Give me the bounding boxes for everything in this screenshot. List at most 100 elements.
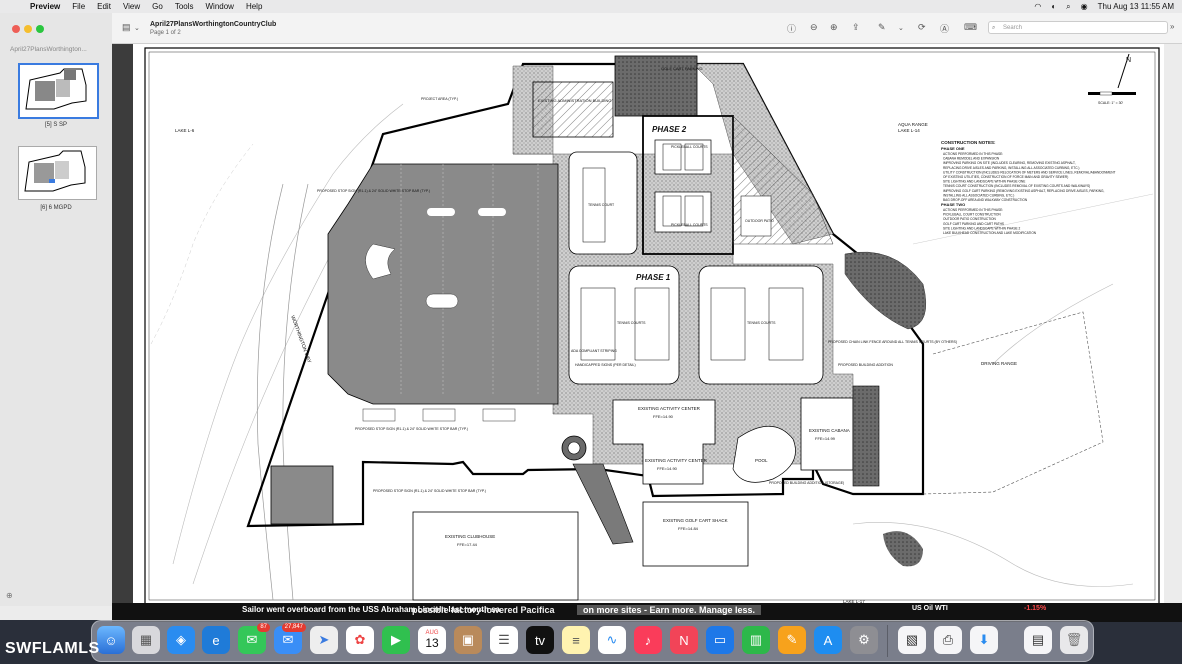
chevron-down-icon[interactable]: ⌄ (134, 24, 140, 32)
maps-icon[interactable]: ➤ (310, 626, 338, 654)
construction-note-line: TENNIS COURT CONSTRUCTION (INCLUDES REMO… (943, 184, 1090, 188)
ticker-market-label: US Oil WTI (912, 605, 948, 612)
info-icon[interactable]: ⓘ (787, 22, 796, 35)
facetime-icon[interactable]: ▶ (382, 626, 410, 654)
pickleball-label: PICKLEBALL COURTS (671, 145, 708, 149)
spotlight-icon[interactable]: ⌕ (1066, 2, 1070, 12)
markup-pen-icon[interactable]: ✎ (878, 22, 886, 33)
ticker-ad: on more sites - Earn more. Manage less. (577, 605, 762, 615)
zoom-out-icon[interactable]: ⊖ (810, 22, 818, 33)
contacts-icon[interactable]: ▣ (454, 626, 482, 654)
site-plan-drawing: N PHASE 2 PHASE 1 EXISTING ADMINISTRATIO… (133, 44, 1164, 606)
chain-fence-note: PROPOSED CHAIN LINK FENCE AROUND ALL TEN… (828, 340, 957, 344)
construction-note-line: INSTALLING ALL ASSOCIATED CURBING, ETC.) (943, 193, 1014, 197)
project-area-label: PROJECT AREA (TYP.) (421, 97, 458, 101)
ticker-headline-2: possible factory-lowered Pacifica (412, 605, 555, 615)
menu-help[interactable]: Help (246, 2, 262, 11)
search-input[interactable]: ⌕ Search (988, 21, 1168, 34)
document-stack-icon[interactable]: ▤ (1024, 626, 1052, 654)
printer-icon[interactable]: ⎙ (934, 626, 962, 654)
construction-note-line: SITE LIGHTING AND LANDSCAPE WITHIN PHASE… (943, 180, 1025, 184)
preview-icon[interactable]: ▧ (898, 626, 926, 654)
admin-label: EXISTING ADMINISTRATION BUILDING (538, 98, 612, 103)
search-icon: ⌕ (992, 25, 996, 31)
construction-note-line: IMPROVING PARKING ON SITE (INCLUDES CLEA… (943, 161, 1076, 165)
page-thumbnail-2[interactable] (18, 146, 97, 200)
notes-icon[interactable]: ≡ (562, 626, 590, 654)
wifi-icon[interactable]: ◠ (1034, 2, 1041, 11)
page-indicator: Page 1 of 2 (150, 30, 181, 36)
construction-note-line: REPLACING DRIVE AISLES AND PARKING, INST… (943, 166, 1079, 170)
menu-window[interactable]: Window (206, 2, 234, 11)
form-fill-icon[interactable]: ⌨ (964, 22, 977, 33)
menu-preview[interactable]: Preview (30, 2, 60, 11)
photos-icon[interactable]: ✿ (346, 626, 374, 654)
svg-text:N: N (1126, 57, 1131, 64)
freeform-icon[interactable]: ∿ (598, 626, 626, 654)
launchpad-icon[interactable]: ▦ (132, 626, 160, 654)
app-store-icon[interactable]: A (814, 626, 842, 654)
music-icon[interactable]: ♪ (634, 626, 662, 654)
siri-icon[interactable]: ◉ (1081, 2, 1088, 11)
downloads-folder-icon[interactable]: ⬇ (970, 626, 998, 654)
reminders-icon[interactable]: ☰ (490, 626, 518, 654)
cabana-label: EXISTING CABANA (809, 428, 850, 433)
stop-sign-note-3: PROPOSED STOP SIGN (R1-1) & 24" SOLID WH… (373, 489, 486, 493)
thumbnail-sidebar: April27PlansWorthington... [5] S SP [6] … (0, 13, 113, 606)
menu-go[interactable]: Go (152, 2, 163, 11)
rotate-icon[interactable]: ⟳ (918, 22, 926, 33)
share-icon[interactable]: ⇪ (852, 22, 860, 33)
menu-edit[interactable]: Edit (97, 2, 111, 11)
tennis-courts-label: TENNIS COURTS (617, 321, 646, 325)
news-icon[interactable]: N (670, 626, 698, 654)
apple-tv-icon[interactable]: tv (526, 626, 554, 654)
menu-tools[interactable]: Tools (175, 2, 194, 11)
ticker-market-change: -1.15% (1024, 605, 1047, 612)
edge-icon[interactable]: e (202, 626, 230, 654)
add-page-icon[interactable]: ⊕ (6, 591, 13, 600)
clubhouse-label: EXISTING CLUBHOUSE (445, 534, 495, 539)
numbers-icon[interactable]: ▥ (742, 626, 770, 654)
calendar-icon[interactable]: AUG 13 (418, 626, 446, 654)
finder-icon[interactable]: ☺ (97, 626, 125, 654)
phase-one-title: PHASE ONE (941, 146, 965, 151)
dock: ☺ ▦ ◈ e ✉ 87 ✉ 27,847 ➤ ✿ ▶ AUG 13 ▣ ☰ tv … (91, 620, 1094, 662)
sidebar-doc-title: April27PlansWorthington... (10, 46, 87, 53)
menubar-clock[interactable]: Thu Aug 13 11:55 AM (1098, 2, 1174, 11)
menu-view[interactable]: View (123, 2, 140, 11)
document-canvas[interactable]: N PHASE 2 PHASE 1 EXISTING ADMINISTRATIO… (112, 44, 1164, 606)
building-addition-note: PROPOSED BUILDING ADDITION (838, 363, 893, 367)
pages-icon[interactable]: ✎ (778, 626, 806, 654)
markup-toolbar-icon[interactable]: Ⓐ (940, 22, 949, 35)
tennis-courts-label-2: TENNIS COURTS (747, 321, 776, 325)
zoom-window-button[interactable] (36, 25, 44, 33)
aqua-range-label: AQUA RANGE (898, 122, 928, 127)
system-settings-icon[interactable]: ⚙ (850, 626, 878, 654)
close-window-button[interactable] (12, 25, 20, 33)
building-addition-storage-note: PROPOSED BUILDING ADDITION (STORAGE) (769, 481, 844, 485)
menu-file[interactable]: File (72, 2, 85, 11)
minimize-window-button[interactable] (24, 25, 32, 33)
keynote-icon[interactable]: ▭ (706, 626, 734, 654)
golf-cart-shack-label: EXISTING GOLF CART SHACK (663, 518, 728, 523)
overflow-chevron-icon[interactable]: » (1170, 22, 1174, 31)
zoom-in-icon[interactable]: ⊕ (830, 22, 838, 33)
cabana-ffe: FFE=14.99 (815, 436, 836, 441)
search-placeholder: Search (1003, 25, 1023, 31)
construction-note-line: LAKE BULKHEAD CONSTRUCTION AND LAKE MODI… (943, 231, 1037, 235)
activity-center-ffe-2: FFE=14.90 (657, 466, 678, 471)
markup-chevron-icon[interactable]: ⌄ (898, 24, 904, 32)
page-thumbnail-1[interactable] (18, 63, 99, 119)
activity-center-label: EXISTING ACTIVITY CENTER (638, 406, 701, 411)
mail-icon[interactable]: ✉ 27,847 (274, 623, 306, 654)
watermark: SWFLAMLS (5, 640, 100, 657)
control-center-icon[interactable]: ◐ (1051, 2, 1056, 11)
construction-note-line: PICKLEBALL COURT CONSTRUCTION (943, 213, 1001, 217)
pickleball-label-2: PICKLEBALL COURTS (671, 223, 708, 227)
activity-center-label-2: EXISTING ACTIVITY CENTER (645, 458, 708, 463)
clubhouse-ffe: FFE=17.44 (457, 542, 478, 547)
trash-icon[interactable]: 🗑 (1060, 626, 1088, 654)
sidebar-toggle-icon[interactable]: ▤ (122, 22, 131, 33)
safari-icon[interactable]: ◈ (167, 626, 195, 654)
messages-icon[interactable]: ✉ 87 (238, 623, 270, 654)
